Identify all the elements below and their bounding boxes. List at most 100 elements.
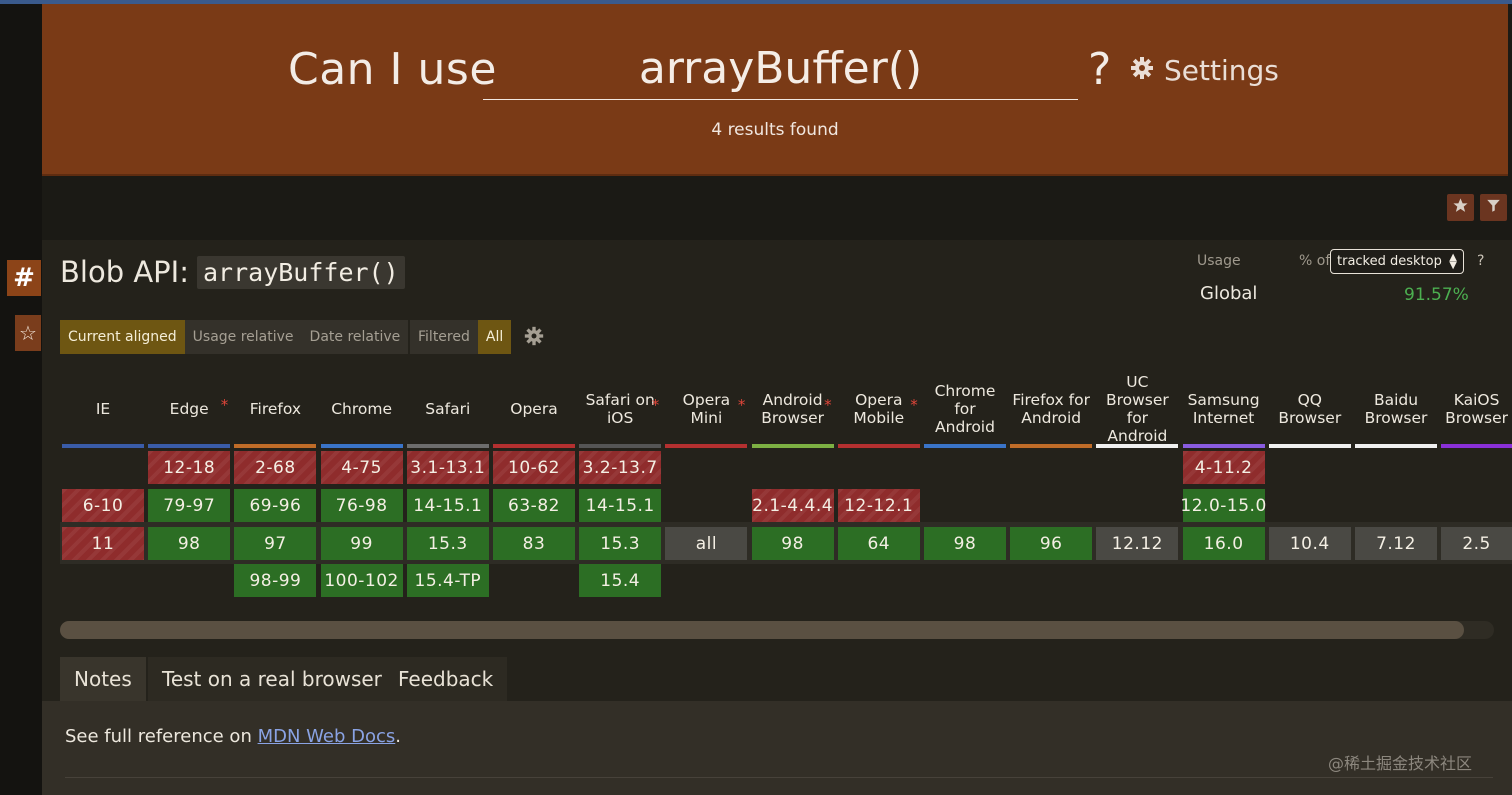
- browser-name: Baidu Browser: [1364, 391, 1428, 427]
- table-settings-gear-icon[interactable]: [524, 326, 544, 350]
- support-cell[interactable]: 64: [837, 527, 920, 560]
- support-cell[interactable]: 4-75: [320, 451, 403, 484]
- tab-usage-relative[interactable]: Usage relative: [184, 320, 302, 354]
- filter-button[interactable]: [1480, 194, 1507, 221]
- usage-help-link[interactable]: ?: [1477, 253, 1484, 269]
- browser-header[interactable]: Chrome for Android: [924, 370, 1006, 448]
- notes-divider: [65, 777, 1493, 778]
- support-cell[interactable]: 98-99: [234, 564, 317, 597]
- browser-header[interactable]: Opera Mobile *: [838, 370, 920, 448]
- browser-name: KaiOS Browser: [1445, 391, 1508, 427]
- mdn-link[interactable]: MDN Web Docs: [258, 726, 396, 747]
- tab-date-relative[interactable]: Date relative: [301, 320, 409, 354]
- notes-prefix: See full reference on: [65, 726, 258, 747]
- browser-header[interactable]: Android Browser *: [752, 370, 834, 448]
- notes-text: See full reference on MDN Web Docs.: [65, 726, 401, 747]
- support-cell[interactable]: 4-11.2: [1182, 451, 1265, 484]
- support-cell[interactable]: 97: [234, 527, 317, 560]
- browser-name: Edge: [169, 400, 209, 418]
- support-cell[interactable]: 12-12.1: [837, 489, 920, 522]
- support-cell[interactable]: 96: [1010, 527, 1093, 560]
- browser-color-bar: [924, 444, 1006, 448]
- support-cell[interactable]: 15.4: [579, 564, 662, 597]
- search-header: Can I use ? Settings 4 results fo: [42, 4, 1508, 176]
- tab-filtered[interactable]: Filtered: [410, 320, 478, 354]
- left-strip: [0, 4, 42, 795]
- notes-suffix: .: [395, 726, 402, 747]
- search-input[interactable]: [483, 38, 1078, 100]
- support-cell[interactable]: all: [665, 527, 748, 560]
- browser-name: Opera Mobile: [853, 391, 905, 427]
- browser-header[interactable]: Firefox for Android: [1010, 370, 1092, 448]
- support-cell[interactable]: 2.1-4.4.4: [751, 489, 834, 522]
- browser-color-bar: [1096, 444, 1179, 448]
- support-cell[interactable]: 15.4-TP: [406, 564, 489, 597]
- browser-header[interactable]: Safari: [407, 370, 489, 448]
- support-cell[interactable]: 14-15.1: [406, 489, 489, 522]
- tab-all[interactable]: All: [477, 320, 512, 354]
- browser-header[interactable]: Safari on iOS *: [579, 370, 661, 448]
- support-cell[interactable]: 12.12: [1096, 527, 1179, 560]
- support-cell[interactable]: 12.0-15.0: [1180, 489, 1266, 522]
- browser-header[interactable]: Edge *: [148, 370, 230, 448]
- support-cell[interactable]: 100-102: [320, 564, 403, 597]
- tab-feedback[interactable]: Feedback: [384, 657, 508, 701]
- browser-name: Firefox for Android: [1012, 391, 1090, 427]
- support-cell[interactable]: 12-18: [148, 451, 231, 484]
- feature-code: arrayBuffer(): [196, 255, 405, 289]
- support-cell[interactable]: 3.2-13.7: [579, 451, 662, 484]
- browser-header[interactable]: Chrome: [321, 370, 403, 448]
- browser-header[interactable]: UC Browser for Android: [1096, 370, 1178, 448]
- table-scroll-thumb[interactable]: [60, 621, 1464, 639]
- support-cell[interactable]: 98: [148, 527, 231, 560]
- support-cell[interactable]: 76-98: [320, 489, 403, 522]
- support-cell[interactable]: 3.1-13.1: [406, 451, 489, 484]
- browser-header[interactable]: Opera: [493, 370, 575, 448]
- support-cell[interactable]: 11: [62, 527, 144, 560]
- tab-test-real-browser[interactable]: Test on a real browser: [148, 657, 396, 701]
- feature-title-text: Blob API:: [60, 255, 189, 289]
- support-cell[interactable]: 2.5: [1441, 527, 1512, 560]
- support-cell[interactable]: 15.3: [579, 527, 662, 560]
- support-cell[interactable]: 79-97: [148, 489, 231, 522]
- search-help-mark[interactable]: ?: [1088, 44, 1112, 95]
- browser-header[interactable]: KaiOS Browser: [1441, 370, 1512, 448]
- notes-panel: [42, 701, 1512, 795]
- tab-notes[interactable]: Notes: [60, 657, 146, 701]
- support-cell[interactable]: 98: [924, 527, 1006, 560]
- support-cell[interactable]: 63-82: [493, 489, 575, 522]
- support-cell[interactable]: 14-15.1: [579, 489, 662, 522]
- permalink-hash-button[interactable]: #: [7, 260, 41, 296]
- browser-header[interactable]: Firefox: [234, 370, 316, 448]
- tab-current-aligned[interactable]: Current aligned: [60, 320, 185, 354]
- support-cell[interactable]: 6-10: [62, 489, 144, 522]
- browser-header[interactable]: Samsung Internet: [1183, 370, 1265, 448]
- support-cell[interactable]: 10-62: [493, 451, 575, 484]
- support-cell[interactable]: 98: [751, 527, 834, 560]
- support-cell[interactable]: 99: [320, 527, 403, 560]
- percent-of-label: % of: [1299, 253, 1331, 269]
- browser-name: QQ Browser: [1278, 391, 1342, 427]
- support-cell[interactable]: 15.3: [406, 527, 489, 560]
- browser-header[interactable]: QQ Browser: [1269, 370, 1351, 448]
- star-filter-button[interactable]: [1447, 194, 1474, 221]
- browser-header[interactable]: IE: [62, 370, 144, 448]
- support-cell[interactable]: 69-96: [234, 489, 317, 522]
- support-cell[interactable]: 83: [493, 527, 575, 560]
- usage-label: Usage: [1197, 253, 1241, 269]
- support-cell[interactable]: 2-68: [234, 451, 317, 484]
- browser-name: IE: [95, 400, 111, 418]
- browser-color-bar: [1441, 444, 1512, 448]
- browser-color-bar: [406, 444, 489, 448]
- browser-header[interactable]: Baidu Browser: [1355, 370, 1437, 448]
- browser-color-bar: [751, 444, 834, 448]
- support-cell[interactable]: 10.4: [1268, 527, 1351, 560]
- browser-header[interactable]: Opera Mini *: [665, 370, 747, 448]
- browser-color-bar: [837, 444, 920, 448]
- usage-source-select[interactable]: tracked desktop ▲ ▼: [1330, 249, 1464, 274]
- global-label: Global: [1200, 283, 1258, 304]
- settings-button[interactable]: Settings: [1130, 54, 1279, 87]
- support-cell[interactable]: 16.0: [1182, 527, 1265, 560]
- bookmark-star-button[interactable]: ☆: [15, 315, 41, 351]
- support-cell[interactable]: 7.12: [1355, 527, 1437, 560]
